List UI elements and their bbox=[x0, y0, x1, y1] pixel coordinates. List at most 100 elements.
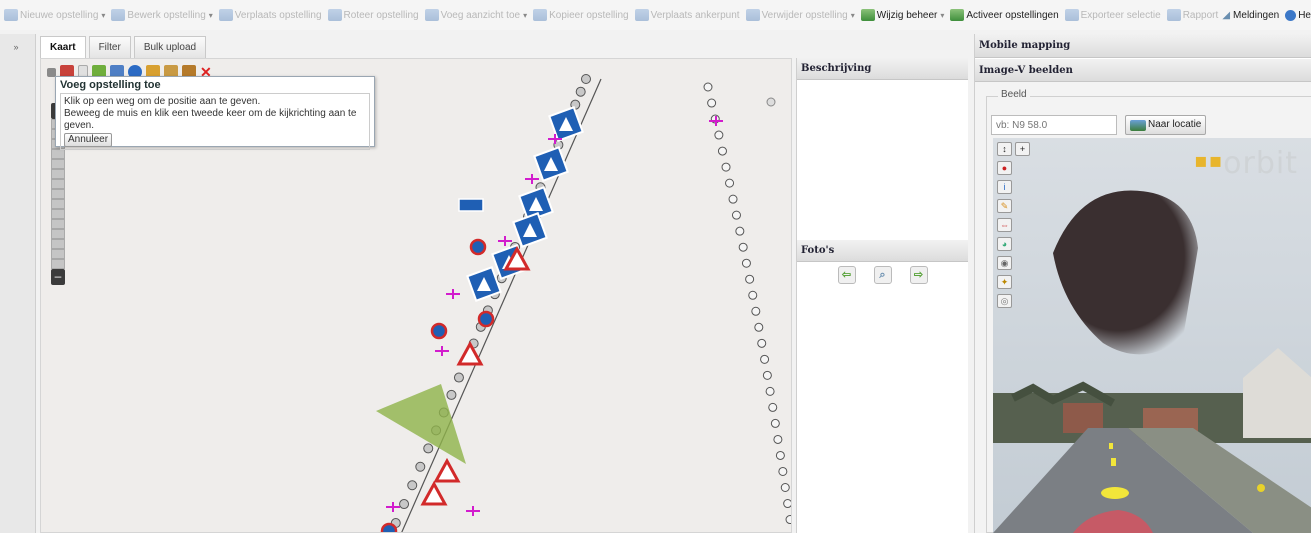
left-collapse-strip: » bbox=[0, 34, 36, 533]
toolbar-item-icon bbox=[111, 9, 126, 21]
previous-photo-button[interactable]: ⇦ bbox=[837, 266, 856, 284]
beeld-legend: Beeld bbox=[998, 89, 1030, 100]
info-icon[interactable]: i bbox=[997, 180, 1012, 194]
road-marker bbox=[780, 483, 790, 492]
location-search-row: Naar locatie bbox=[991, 115, 1207, 135]
tab-kaart[interactable]: Kaart bbox=[40, 36, 86, 58]
toolbar-item-icon bbox=[327, 9, 342, 21]
chevron-down-icon: ▾ bbox=[523, 10, 528, 20]
toolbar-item-icon bbox=[218, 9, 233, 21]
popup-instruction-2: Beweeg de muis en klik een tweede keer o… bbox=[64, 108, 357, 131]
anchor-marker bbox=[446, 289, 460, 299]
road-marker bbox=[725, 178, 735, 188]
detail-panel: Beschrijving Foto's ⇦ ⌕ ⇨ bbox=[796, 58, 968, 533]
chevron-down-icon: ▾ bbox=[940, 10, 945, 20]
toolbar-item-roteer-opstelling[interactable]: Roteer opstelling bbox=[327, 9, 419, 21]
foto-navigation: ⇦ ⌕ ⇨ bbox=[797, 266, 968, 284]
toolbar-item-kopieer-opstelling[interactable]: Kopieer opstelling bbox=[533, 9, 629, 21]
toolbar-item-label: Wijzig beheer bbox=[876, 9, 938, 21]
warning-sign bbox=[420, 480, 448, 506]
toolbar-item-icon bbox=[1064, 9, 1079, 21]
road-marker bbox=[775, 450, 785, 460]
eye-icon bbox=[766, 97, 776, 107]
toolbar-item-icon bbox=[745, 9, 760, 21]
road-marker bbox=[778, 466, 788, 476]
measure-icon[interactable]: ✎ bbox=[997, 199, 1012, 213]
naar-locatie-button[interactable]: Naar locatie bbox=[1125, 115, 1207, 135]
pan-icon[interactable]: ↕ bbox=[997, 142, 1012, 156]
eye-icon[interactable]: ◉ bbox=[997, 256, 1012, 270]
toolbar-item-label: Verplaats ankerpunt bbox=[650, 9, 740, 21]
road-marker bbox=[714, 130, 724, 140]
main-toolbar: Nieuwe opstelling ▾ Bewerk opstelling ▾ Verp… bbox=[0, 0, 1311, 30]
toolbar-item-bewerk-opstelling[interactable]: Bewerk opstelling ▾ bbox=[111, 9, 213, 21]
settings-icon[interactable]: ✦ bbox=[997, 275, 1012, 289]
anchor-marker bbox=[498, 236, 512, 246]
prohibition-sign bbox=[430, 322, 448, 340]
help-icon bbox=[1285, 9, 1297, 21]
toolbar-item-label: Exporteer selectie bbox=[1080, 9, 1161, 21]
zoom-plus-icon[interactable]: + bbox=[1015, 142, 1030, 156]
stop-icon[interactable]: ● bbox=[997, 161, 1012, 175]
warning-sign bbox=[456, 340, 484, 366]
street-panorama bbox=[993, 138, 1311, 533]
arrow-left-icon: ⇦ bbox=[841, 269, 852, 281]
toolbar-item-verplaats-opstelling[interactable]: Verplaats opstelling bbox=[218, 9, 322, 21]
zoom-out-button[interactable]: – bbox=[51, 269, 65, 285]
anchor-marker bbox=[435, 346, 449, 356]
arrow-right-icon: ⇨ bbox=[913, 269, 924, 281]
toolbar-item-voeg-aanzicht-toe[interactable]: Voeg aanzicht toe ▾ bbox=[424, 9, 528, 21]
road-marker bbox=[783, 499, 791, 509]
tab-filter[interactable]: Filter bbox=[88, 36, 131, 58]
road-marker bbox=[757, 338, 767, 348]
prohibition-sign bbox=[469, 238, 487, 256]
help-button[interactable]: He bbox=[1285, 9, 1311, 21]
image-v-header: Image-V beelden bbox=[975, 58, 1311, 82]
toolbar-item-icon bbox=[4, 9, 18, 21]
road-marker bbox=[762, 370, 772, 380]
chevron-down-icon: ▾ bbox=[850, 10, 855, 20]
ruler-icon[interactable]: ⇔ bbox=[997, 218, 1012, 232]
toolbar-item-verplaats-ankerpunt[interactable]: Verplaats ankerpunt bbox=[634, 9, 740, 21]
globe-icon[interactable]: ◕ bbox=[997, 237, 1012, 251]
toolbar-item-label: Voeg aanzicht toe bbox=[440, 9, 521, 21]
toolbar-item-icon bbox=[860, 9, 875, 21]
toolbar-item-label: Verwijder opstelling bbox=[761, 9, 848, 21]
fotos-header: Foto's bbox=[797, 240, 968, 262]
toolbar-item-wijzig-beheer[interactable]: Wijzig beheer ▾ bbox=[860, 9, 945, 21]
road-marker bbox=[581, 74, 591, 84]
orbit-logo: ▪▪orbit bbox=[1194, 146, 1298, 181]
zoom-photo-button[interactable]: ⌕ bbox=[873, 266, 892, 284]
toolbar-item-icon bbox=[634, 9, 649, 21]
next-photo-button[interactable]: ⇨ bbox=[909, 266, 928, 284]
prohibition-sign bbox=[477, 310, 495, 328]
location-search-input[interactable] bbox=[991, 115, 1117, 135]
traffic-sign-parking bbox=[458, 198, 484, 212]
street-image-viewer[interactable]: ▪▪orbit ↕ + ● i ✎ ⇔ ◕ ◉ ✦ ◎ bbox=[993, 138, 1311, 533]
toolbar-item-activeer-opstellingen[interactable]: Activeer opstellingen bbox=[950, 9, 1059, 21]
toolbar-item-label: Roteer opstelling bbox=[343, 9, 419, 21]
toolbar-item-exporteer-selectie[interactable]: Exporteer selectie bbox=[1064, 9, 1161, 21]
toolbar-item-rapport[interactable]: Rapport bbox=[1166, 9, 1219, 21]
toolbar-item-label: Activeer opstellingen bbox=[966, 9, 1059, 21]
mobile-mapping-header: Mobile mapping bbox=[975, 34, 1311, 58]
road-marker bbox=[735, 226, 745, 236]
toolbar-item-nieuwe-opstelling[interactable]: Nieuwe opstelling ▾ bbox=[4, 9, 105, 21]
road-marker bbox=[754, 322, 764, 332]
tab-bulk-upload[interactable]: Bulk upload bbox=[133, 36, 207, 58]
meldingen-button[interactable]: ◢ Meldingen bbox=[1222, 10, 1279, 21]
expand-panel-button[interactable]: » bbox=[8, 40, 24, 54]
target-icon[interactable]: ◎ bbox=[997, 294, 1012, 308]
toolbar-item-verwijder-opstelling[interactable]: Verwijder opstelling ▾ bbox=[745, 9, 855, 21]
anchor-marker bbox=[466, 506, 480, 516]
toolbar-item-icon bbox=[1166, 9, 1181, 21]
toolbar-item-icon bbox=[950, 9, 965, 21]
popup-instruction-1: Klik op een weg om de positie aan te gev… bbox=[64, 96, 261, 107]
road-marker bbox=[748, 290, 758, 300]
road-marker bbox=[721, 162, 731, 172]
toolbar-item-label: Rapport bbox=[1182, 9, 1219, 21]
anchor-marker bbox=[386, 502, 400, 512]
toolbar-item-icon bbox=[533, 9, 548, 21]
road-marker bbox=[423, 443, 434, 454]
annuleer-button[interactable]: Annuleer bbox=[64, 133, 113, 147]
